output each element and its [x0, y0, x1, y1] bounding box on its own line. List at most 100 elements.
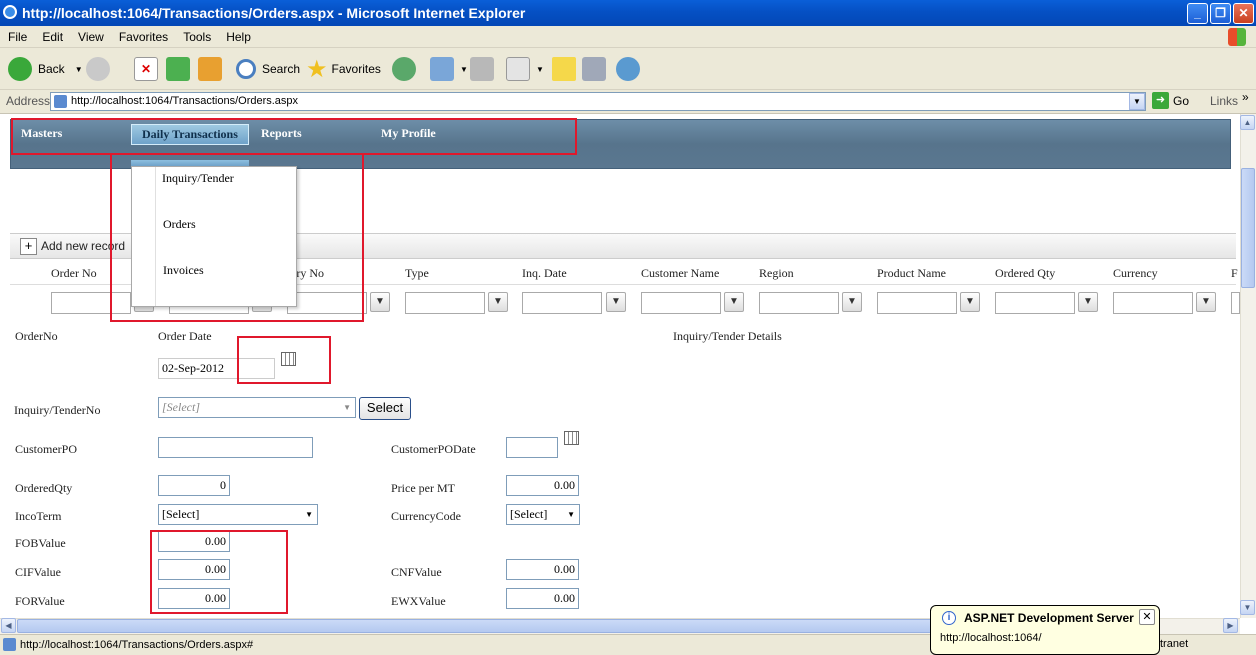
cnf-label: CNFValue: [391, 565, 442, 579]
column-region[interactable]: Region: [759, 266, 794, 281]
filter-icon[interactable]: ▼: [370, 292, 390, 312]
refresh-button[interactable]: [166, 55, 196, 83]
page-icon: [54, 95, 67, 108]
menu-favorites[interactable]: Favorites: [111, 26, 175, 44]
mail-button[interactable]: ▼: [430, 55, 468, 83]
print-icon: [470, 57, 494, 81]
stop-button[interactable]: ✕: [134, 55, 164, 83]
incoterm-select[interactable]: [Select]: [158, 504, 318, 525]
windows-logo-icon: [1228, 28, 1246, 46]
select-button[interactable]: Select: [359, 397, 411, 420]
add-icon[interactable]: +: [20, 238, 37, 255]
menu-tools[interactable]: Tools: [175, 26, 218, 44]
cnf-input[interactable]: 0.00: [506, 559, 579, 580]
menu-edit[interactable]: Edit: [34, 26, 70, 44]
forward-arrow-icon: [86, 57, 110, 81]
filter-input-customer-name[interactable]: [641, 292, 721, 314]
price-input[interactable]: 0.00: [506, 475, 579, 496]
column-type[interactable]: Type: [405, 266, 429, 281]
currency-code-label: CurrencyCode: [391, 509, 461, 523]
customer-po-input[interactable]: [158, 437, 313, 458]
home-button[interactable]: [198, 55, 228, 83]
address-dropdown-button[interactable]: ▼: [1129, 93, 1145, 110]
status-url: http://localhost:1064/Transactions/Order…: [20, 639, 254, 651]
calendar-icon[interactable]: [564, 431, 579, 445]
filter-icon[interactable]: ▼: [960, 292, 980, 312]
filter-input-inq-date[interactable]: [522, 292, 602, 314]
search-icon: [236, 59, 256, 79]
filter-input-region[interactable]: [759, 292, 839, 314]
stop-icon: ✕: [134, 57, 158, 81]
column-ordered-qty[interactable]: Ordered Qty: [995, 266, 1055, 281]
filter-icon[interactable]: ▼: [488, 292, 508, 312]
ewx-input[interactable]: 0.00: [506, 588, 579, 609]
note-icon: [552, 57, 576, 81]
vertical-scroll-thumb[interactable]: [1241, 168, 1255, 288]
discuss-button[interactable]: [552, 55, 582, 83]
ie-icon: [3, 5, 17, 19]
links-chevron-icon[interactable]: »: [1242, 90, 1249, 104]
highlight-dropdown: [110, 153, 364, 322]
menu-help[interactable]: Help: [218, 26, 258, 44]
print-button[interactable]: [470, 55, 500, 83]
filter-input-product-name[interactable]: [877, 292, 957, 314]
maximize-button[interactable]: ❐: [1210, 3, 1231, 24]
filter-input-type[interactable]: [405, 292, 485, 314]
inquiry-no-label: Inquiry/TenderNo: [14, 403, 101, 417]
scroll-right-icon[interactable]: ▶: [1223, 618, 1238, 633]
back-button[interactable]: Back ▼: [8, 55, 83, 83]
favorites-button[interactable]: ★ Favorites: [306, 55, 381, 83]
filter-input-ordered-qty[interactable]: [995, 292, 1075, 314]
filter-input-next[interactable]: [1231, 292, 1240, 314]
ordered-qty-label: OrderedQty: [15, 481, 73, 495]
home-icon: [198, 57, 222, 81]
menu-file[interactable]: File: [0, 26, 34, 44]
column-product-name[interactable]: Product Name: [877, 266, 946, 281]
go-button[interactable]: ➜ Go: [1152, 92, 1189, 109]
inquiry-no-select[interactable]: [Select]: [158, 397, 356, 418]
filter-icon[interactable]: ▼: [842, 292, 862, 312]
chevron-down-icon[interactable]: ▼: [75, 65, 83, 74]
search-button[interactable]: Search: [236, 55, 300, 83]
messenger-button[interactable]: [616, 55, 646, 83]
forward-button[interactable]: [86, 55, 116, 83]
address-input[interactable]: http://localhost:1064/Transactions/Order…: [50, 92, 1146, 111]
scroll-left-icon[interactable]: ◀: [1, 618, 16, 633]
minimize-button[interactable]: _: [1187, 3, 1208, 24]
column-currency[interactable]: Currency: [1113, 266, 1158, 281]
history-icon: [392, 57, 416, 81]
for-label: FORValue: [15, 594, 65, 608]
filter-input-currency[interactable]: [1113, 292, 1193, 314]
edit-button[interactable]: ▼: [506, 55, 544, 83]
column-order-no[interactable]: Order No: [51, 266, 97, 281]
column-inq-date[interactable]: Inq. Date: [522, 266, 567, 281]
ordered-qty-input[interactable]: 0: [158, 475, 230, 496]
filter-icon[interactable]: ▼: [724, 292, 744, 312]
order-date-label: Order Date: [158, 329, 212, 343]
edit-icon: [506, 57, 530, 81]
customer-po-date-label: CustomerPODate: [391, 442, 476, 456]
column-customer-name[interactable]: Customer Name: [641, 266, 719, 281]
fob-label: FOBValue: [15, 536, 66, 550]
customer-po-date-input[interactable]: [506, 437, 558, 458]
links-label[interactable]: Links: [1210, 94, 1238, 108]
menu-view[interactable]: View: [70, 26, 111, 44]
history-button[interactable]: [392, 55, 422, 83]
zone-label: tranet: [1160, 638, 1189, 650]
close-window-button[interactable]: ✕: [1233, 3, 1254, 24]
filter-icon[interactable]: ▼: [1078, 292, 1098, 312]
scroll-up-icon[interactable]: ▲: [1240, 115, 1255, 130]
notification-close-icon[interactable]: ✕: [1139, 609, 1155, 625]
filter-icon[interactable]: ▼: [1196, 292, 1216, 312]
currency-code-select[interactable]: [Select]: [506, 504, 580, 525]
ewx-label: EWXValue: [391, 594, 446, 608]
go-label: Go: [1173, 93, 1190, 108]
research-button[interactable]: [582, 55, 612, 83]
horizontal-scroll-thumb[interactable]: [17, 619, 1031, 633]
search-label: Search: [262, 62, 301, 76]
inquiry-details-label: Inquiry/Tender Details: [673, 329, 782, 343]
highlight-values: [150, 530, 288, 614]
column-next[interactable]: F: [1231, 266, 1238, 281]
scroll-down-icon[interactable]: ▼: [1240, 600, 1255, 615]
filter-icon[interactable]: ▼: [606, 292, 626, 312]
